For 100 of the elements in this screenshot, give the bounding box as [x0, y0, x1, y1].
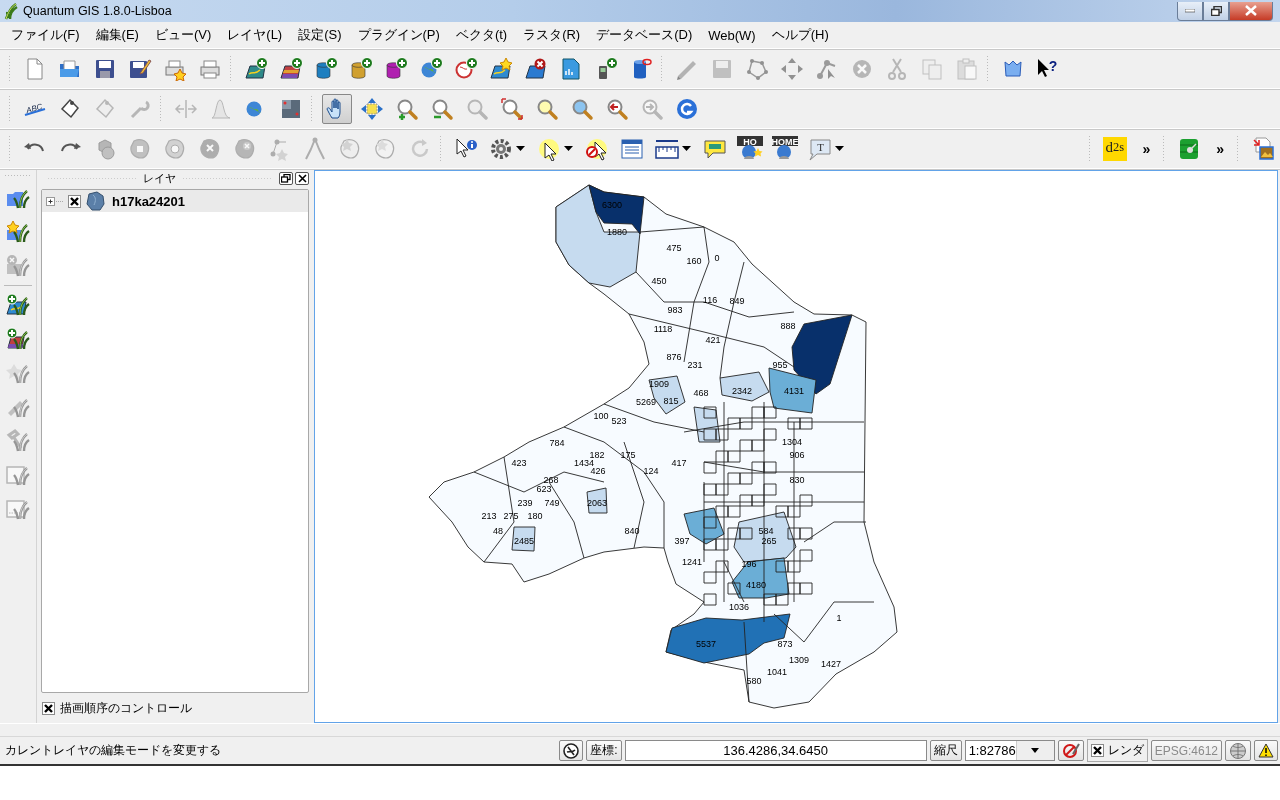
- expander-icon[interactable]: [46, 195, 64, 207]
- database-plus-icon[interactable]: [313, 57, 338, 81]
- caret-icon[interactable]: [835, 146, 844, 152]
- hammer-grass-icon[interactable]: [6, 429, 30, 453]
- menu-item[interactable]: ラスタ(R): [516, 23, 588, 47]
- map-label: 397: [674, 536, 690, 546]
- map-label: 876: [666, 352, 682, 362]
- status-message: カレントレイヤの編集モードを変更する: [5, 742, 222, 759]
- map-label: 1041: [767, 667, 787, 677]
- map-label: 1241: [682, 557, 702, 567]
- warning-icon: [1258, 743, 1274, 758]
- menu-item[interactable]: データベース(D): [589, 23, 700, 47]
- no-entry-brush-icon: [1061, 741, 1080, 760]
- stop-render-button[interactable]: [1057, 740, 1084, 761]
- scale-combo-box[interactable]: 1:82786: [964, 740, 1055, 761]
- map-tips-button[interactable]: [559, 740, 584, 761]
- table-icon[interactable]: [619, 137, 644, 161]
- scale-label-button[interactable]: 縮尺: [929, 740, 962, 761]
- refresh-icon[interactable]: [674, 97, 699, 121]
- map-label: 2485: [514, 536, 534, 546]
- polygon-nodes-icon[interactable]: [744, 57, 769, 81]
- caret-icon[interactable]: [682, 146, 691, 152]
- map-label: 840: [624, 526, 640, 536]
- toolbar-overflow-button[interactable]: »: [1212, 141, 1228, 157]
- zoom-full-icon[interactable]: [499, 97, 524, 121]
- map-label: 124: [643, 466, 659, 476]
- map-remove-icon[interactable]: [523, 57, 548, 81]
- minimize-button[interactable]: [1177, 1, 1203, 21]
- floppy-pencil-icon[interactable]: [127, 57, 152, 81]
- map-label: 1304: [782, 437, 802, 447]
- close-button[interactable]: [1229, 1, 1273, 21]
- minimize-icon: [1185, 8, 1195, 13]
- star-grass-icon[interactable]: [6, 220, 30, 244]
- menu-item[interactable]: ベクタ(t): [448, 23, 515, 47]
- map-label: 4180: [746, 580, 766, 590]
- pan-button[interactable]: [321, 94, 352, 124]
- map-plus-grass-icon[interactable]: [6, 293, 30, 317]
- ruler-icon[interactable]: [655, 137, 679, 161]
- menu-item[interactable]: プラグイン(P): [350, 23, 447, 47]
- text-balloon-icon[interactable]: T: [808, 137, 832, 161]
- remove-grass-icon[interactable]: [6, 254, 30, 278]
- menu-item[interactable]: Web(W): [701, 24, 763, 46]
- rendering-order-checkbox[interactable]: [42, 701, 55, 715]
- printer-icon[interactable]: [197, 57, 222, 81]
- select-cursor-icon[interactable]: [537, 137, 561, 161]
- map-label: 450: [651, 276, 667, 286]
- menu-item[interactable]: 設定(S): [291, 23, 349, 47]
- map-label: 749: [544, 498, 560, 508]
- map-label: 421: [705, 335, 721, 345]
- maximize-button[interactable]: [1203, 1, 1229, 21]
- star-blob-icon[interactable]: [372, 137, 397, 161]
- coordinate-field[interactable]: 136.4286,34.6450: [624, 740, 927, 761]
- map-label: 180: [527, 511, 543, 521]
- star-blob-icon[interactable]: [337, 137, 362, 161]
- map-label: 815: [663, 396, 679, 406]
- map-label: 2342: [732, 386, 752, 396]
- raster-plus-grass-icon[interactable]: [6, 327, 30, 351]
- map-label: 523: [611, 416, 627, 426]
- frame-grass-icon[interactable]: [6, 463, 30, 487]
- dropdown-arrow-icon: [1031, 748, 1040, 753]
- move-arrows-icon[interactable]: [359, 97, 384, 121]
- menu-item[interactable]: 編集(E): [88, 23, 146, 47]
- float-panel-button[interactable]: [279, 171, 293, 185]
- map-canvas[interactable]: [314, 170, 1278, 723]
- globe-plus-icon[interactable]: [453, 57, 478, 81]
- image-export-icon[interactable]: [1250, 137, 1275, 161]
- speech-bubble-icon[interactable]: [702, 137, 727, 161]
- menu-item[interactable]: レイヤ(L): [220, 23, 290, 47]
- render-checkbox[interactable]: [1090, 744, 1104, 757]
- layer-name[interactable]: h17ka24201: [112, 193, 185, 209]
- map-star-icon[interactable]: [488, 57, 513, 81]
- map-label: 849: [729, 296, 745, 306]
- map-label: 4131: [784, 386, 804, 396]
- raster-plus-icon[interactable]: [278, 57, 303, 81]
- deselect-cursor-icon[interactable]: [584, 137, 609, 161]
- database-plus-icon[interactable]: [383, 57, 408, 81]
- map-label: 475: [666, 243, 682, 253]
- map-label: 423: [511, 458, 527, 468]
- printer-star-icon[interactable]: [162, 57, 187, 81]
- frame-grass-icon[interactable]: [6, 497, 30, 521]
- menu-item[interactable]: ヘルプ(H): [764, 23, 836, 47]
- layer-visibility-checkbox[interactable]: [68, 194, 81, 208]
- projection-button[interactable]: [1225, 740, 1251, 761]
- map-label: 100: [593, 411, 609, 421]
- map-label: 48: [493, 526, 503, 536]
- coordinate-toggle-button[interactable]: 座標:: [586, 740, 622, 761]
- menu-item[interactable]: ファイル(F): [4, 23, 87, 47]
- database-plus-icon[interactable]: [348, 57, 373, 81]
- close-icon: [1245, 5, 1257, 16]
- gear-icon[interactable]: [489, 137, 513, 161]
- map-label: 265: [761, 536, 777, 546]
- messages-button[interactable]: [1254, 740, 1278, 761]
- map-label: 873: [777, 639, 793, 649]
- move-arrows-icon[interactable]: [779, 57, 804, 81]
- menu-item[interactable]: ビュー(V): [147, 23, 219, 47]
- close-panel-button[interactable]: [295, 171, 309, 185]
- toolbar-overflow-button[interactable]: »: [1138, 141, 1155, 157]
- caret-icon[interactable]: [564, 146, 573, 152]
- caret-icon[interactable]: [516, 146, 525, 152]
- map-plus-icon[interactable]: [243, 57, 268, 81]
